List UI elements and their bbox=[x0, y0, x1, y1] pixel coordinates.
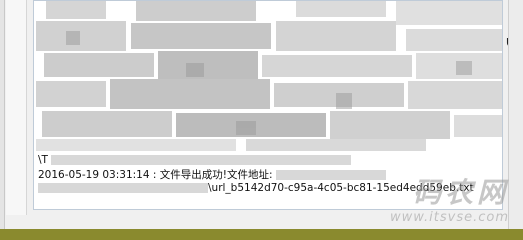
log-line-prefix: \T bbox=[38, 154, 48, 166]
pixelated-redacted-region bbox=[36, 1, 502, 151]
watermark-brand: 码农网 bbox=[412, 176, 509, 209]
log-timestamp: 2016-05-19 03:31:14 bbox=[38, 169, 150, 181]
window-left-border bbox=[0, 0, 5, 240]
log-line: \T bbox=[38, 154, 498, 166]
blurred-path bbox=[38, 183, 208, 193]
side-panel bbox=[6, 0, 27, 215]
scrollbar-track[interactable] bbox=[508, 0, 523, 229]
watermark-domain: www.itsvse.com bbox=[389, 210, 509, 225]
log-message: : 文件导出成功!文件地址: bbox=[149, 169, 273, 181]
blurred-text bbox=[51, 155, 352, 165]
taskbar-strip bbox=[0, 229, 523, 240]
